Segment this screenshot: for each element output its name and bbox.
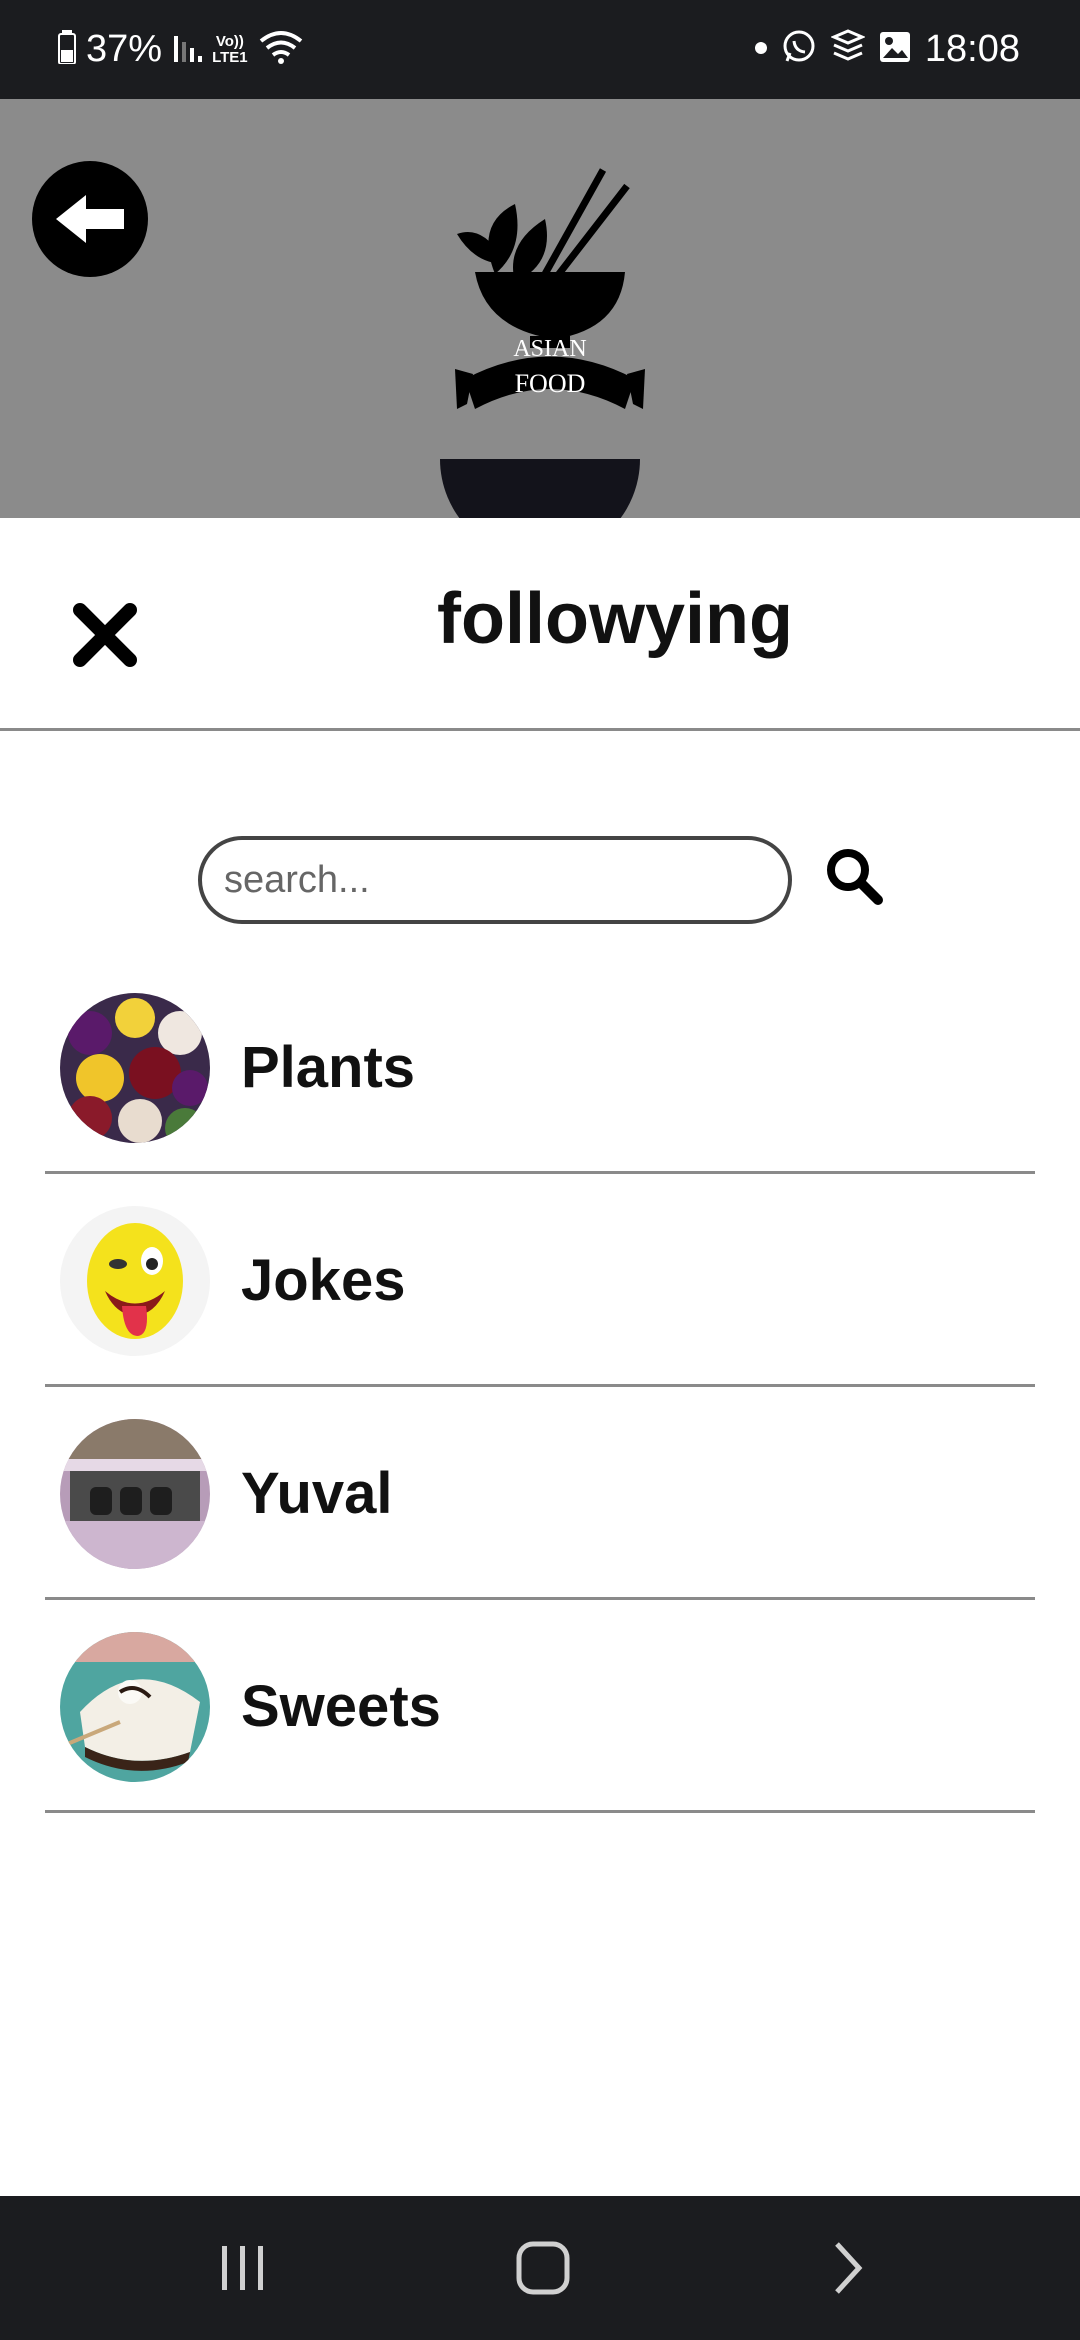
gallery-icon [879,31,911,68]
avatar [60,1631,210,1782]
home-button[interactable] [503,2228,583,2308]
avatar [60,1205,210,1356]
list-item-label: Plants [241,1035,416,1100]
recent-apps-icon [222,2246,263,2290]
list-item[interactable]: Yuval [45,1390,1035,1600]
whatsapp-icon [781,29,817,70]
system-navigation-bar [0,2196,1080,2340]
signal-icon [172,30,203,69]
list-item-label: Sweets [241,1674,441,1739]
list-item-label: Yuval [241,1461,393,1526]
search-button[interactable] [818,840,890,912]
search-field[interactable] [198,836,792,924]
back-button[interactable] [32,161,148,277]
chevron-right-icon [835,2242,863,2294]
sheet-title: followying [437,579,793,659]
following-sheet: followying search... Plants Jokes Yuval … [0,518,1080,2196]
status-bar: 37% Vo)) LTE1 18:08 [0,0,1080,99]
notification-dot-icon [754,41,767,59]
search-icon [827,849,883,905]
search-input[interactable] [222,857,768,903]
recent-apps-button[interactable] [202,2228,282,2308]
logo-text-food: FOOD [514,369,586,398]
sheet-header: followying [0,518,1080,731]
home-icon [516,2241,570,2295]
stack-icon [830,29,866,70]
volte-indicator: Vo)) LTE1 [212,32,248,66]
wifi-icon [258,29,304,70]
following-list: Plants Jokes Yuval Sweets [45,964,1035,1813]
logo-text-asian: ASIAN [513,336,587,362]
list-item[interactable]: Jokes [45,1177,1035,1387]
list-item[interactable]: Sweets [45,1603,1035,1813]
avatar [60,992,210,1143]
arrow-left-icon [56,195,124,243]
list-item[interactable]: Plants [45,964,1035,1174]
asian-food-logo: ASIAN FOOD [455,164,645,414]
list-item-label: Jokes [241,1248,406,1313]
battery-percent: 37% [86,28,163,70]
avatar [60,1418,210,1569]
back-nav-button[interactable] [807,2228,887,2308]
clock: 18:08 [924,28,1020,70]
header-overlay: ASIAN FOOD [0,99,1080,559]
battery-icon [58,30,76,69]
